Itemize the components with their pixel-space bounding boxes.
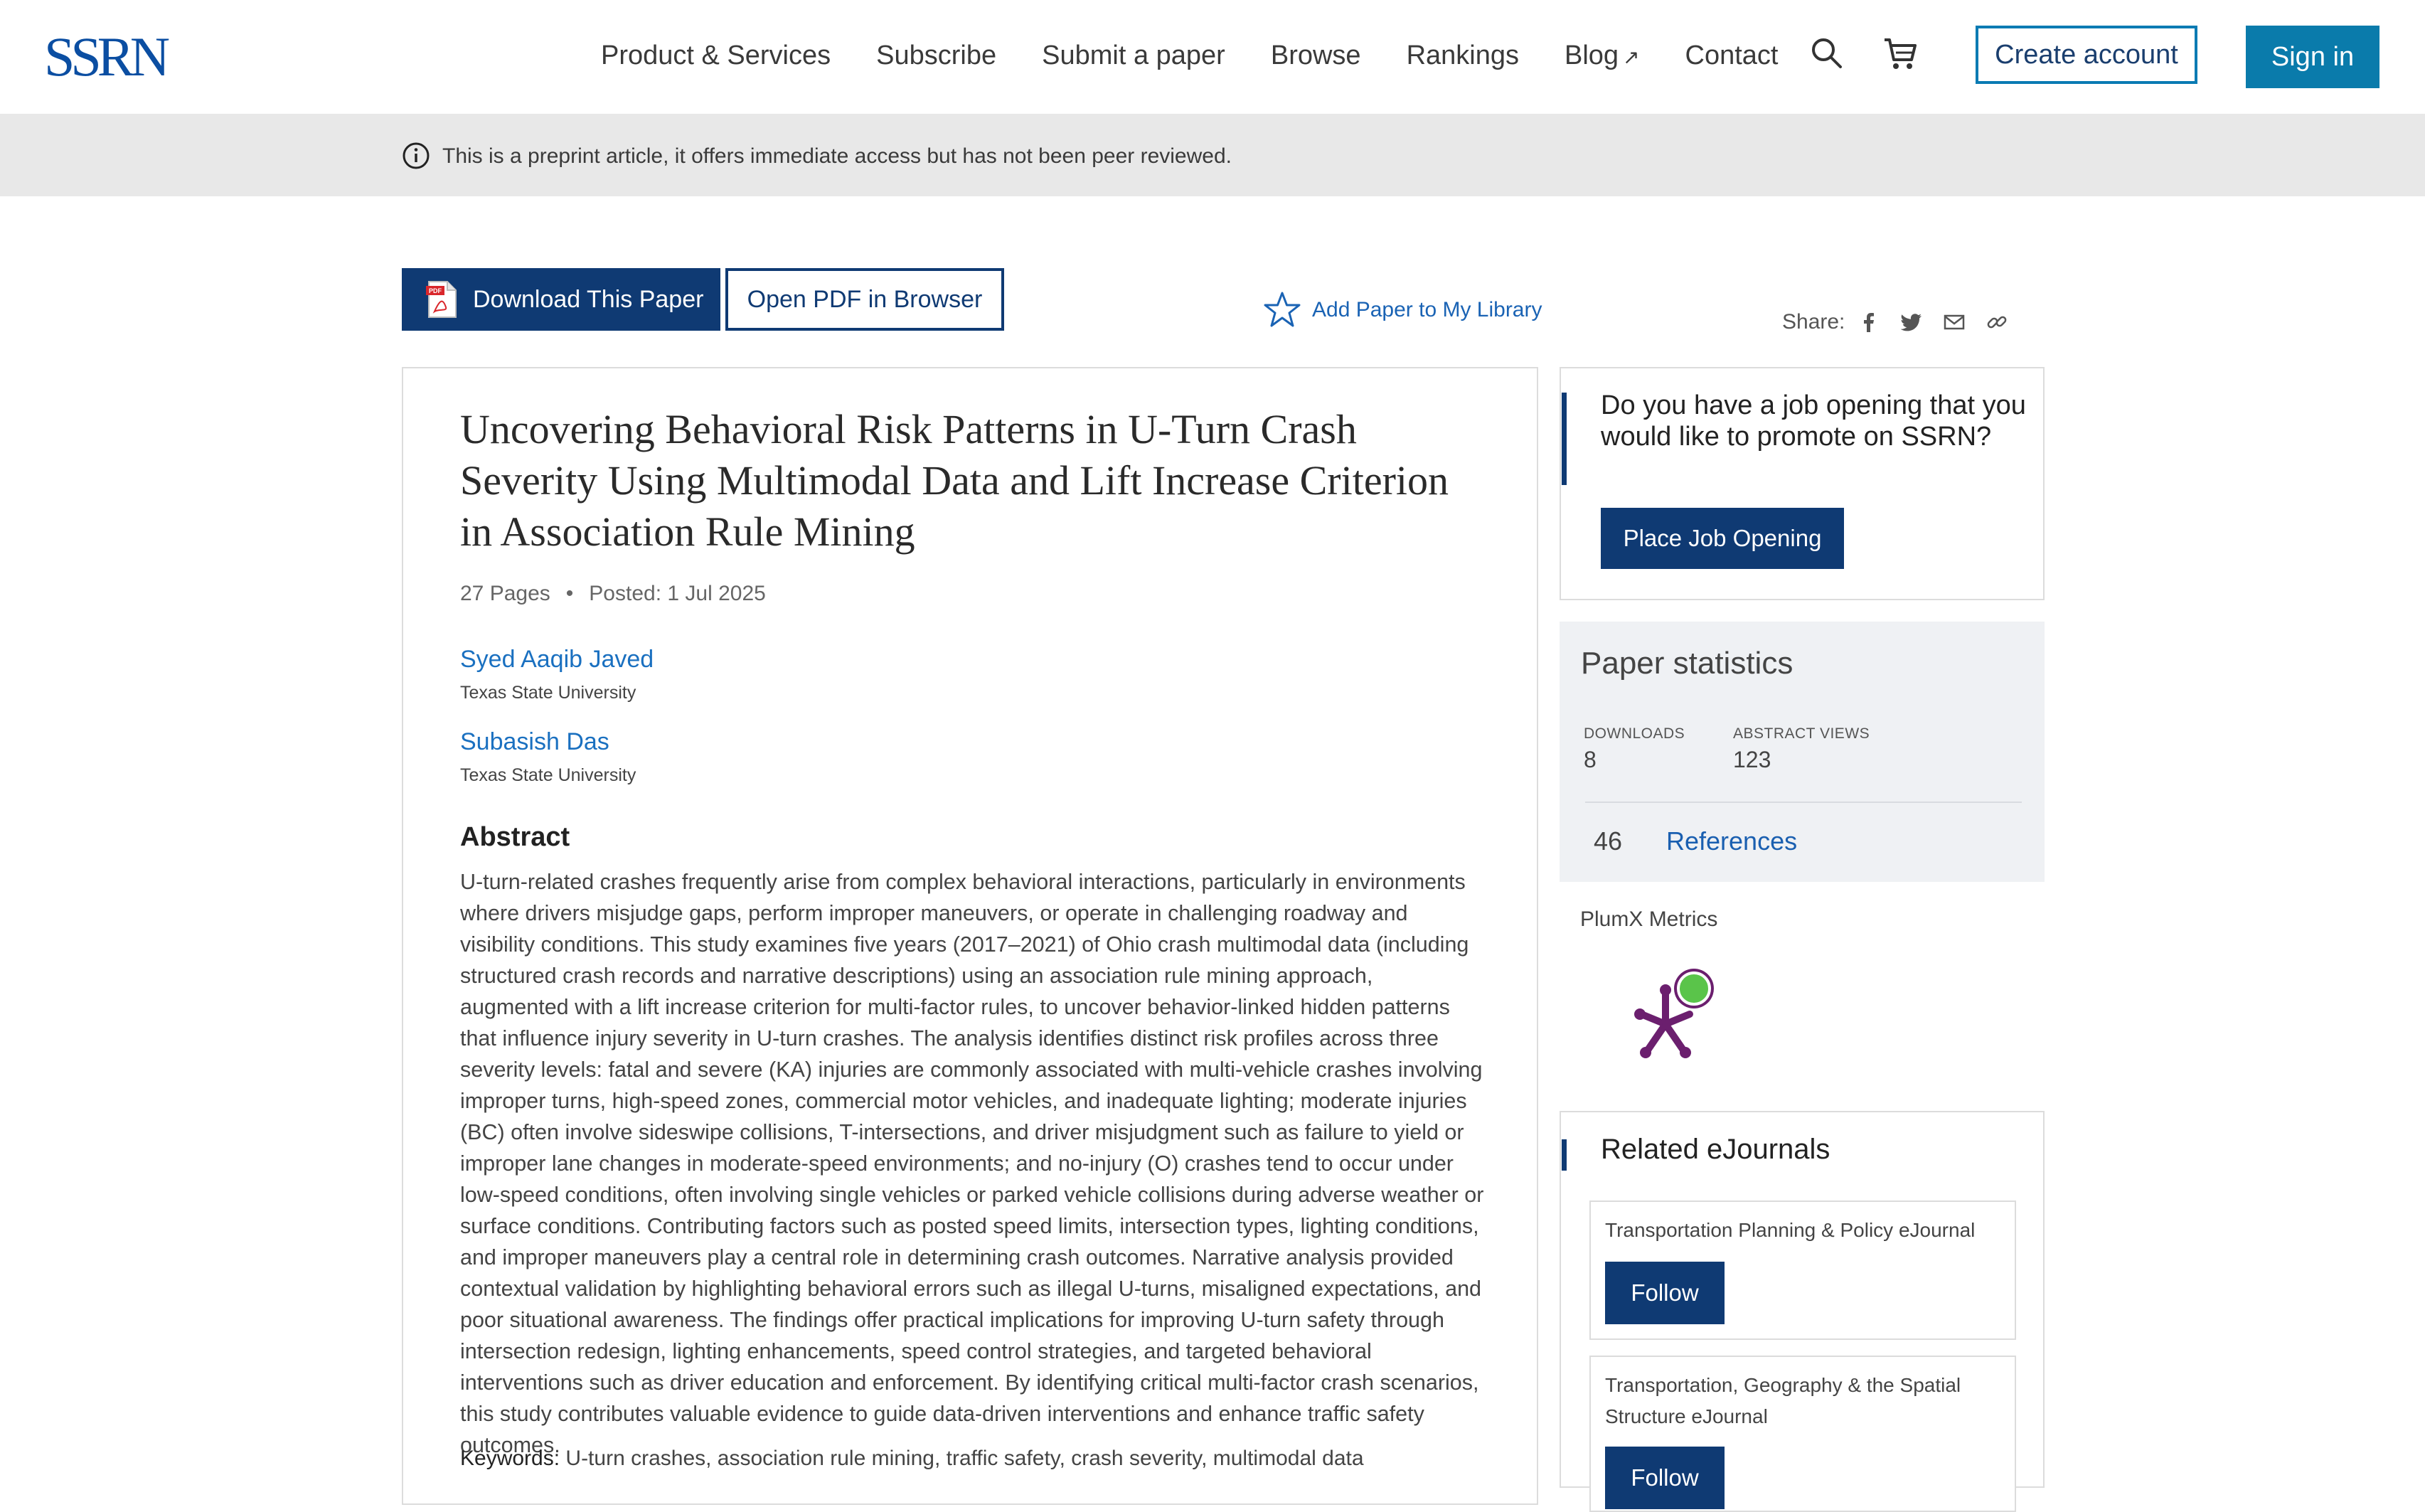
related-ejournals: Related eJournals Transportation Plannin… bbox=[1560, 1111, 2045, 1512]
ssrn-logo[interactable]: SSRN bbox=[44, 28, 170, 85]
abstract-views-label: ABSTRACT VIEWS bbox=[1733, 725, 1870, 742]
stats-divider bbox=[1585, 802, 2022, 803]
references-count: 46 bbox=[1594, 826, 1623, 856]
facebook-icon[interactable] bbox=[1858, 311, 1880, 334]
search-icon[interactable] bbox=[1808, 34, 1848, 74]
abstract-views-count: 123 bbox=[1733, 747, 1771, 772]
site-header: SSRN Product & Services Subscribe Submit… bbox=[0, 0, 2425, 115]
author-affiliation: Texas State University bbox=[460, 683, 636, 703]
share-label: Share: bbox=[1782, 310, 1845, 334]
journal-name: Transportation, Geography & the Spatial … bbox=[1605, 1374, 1961, 1427]
cart-icon[interactable] bbox=[1880, 34, 1920, 74]
external-link-icon: ↗ bbox=[1623, 46, 1640, 68]
download-paper-label: Download This Paper bbox=[473, 285, 704, 313]
accent-bar bbox=[1562, 1139, 1567, 1171]
keywords: Keywords: U-turn crashes, association ru… bbox=[460, 1447, 1484, 1471]
nav-blog-label: Blog bbox=[1564, 41, 1619, 70]
paper-statistics: Paper statistics DOWNLOADS 8 ABSTRACT VI… bbox=[1560, 622, 2045, 882]
accent-bar bbox=[1562, 393, 1567, 485]
preprint-banner: This is a preprint article, it offers im… bbox=[0, 114, 2425, 196]
create-account-button[interactable]: Create account bbox=[1976, 26, 2197, 84]
downloads-count: 8 bbox=[1584, 747, 1597, 772]
abstract-text: U-turn-related crashes frequently arise … bbox=[460, 870, 1484, 1457]
nav-rankings[interactable]: Rankings bbox=[1407, 36, 1519, 78]
journal-name: Transportation Planning & Policy eJourna… bbox=[1605, 1219, 1976, 1241]
twitter-icon[interactable] bbox=[1900, 311, 1923, 334]
paper-title: Uncovering Behavioral Risk Patterns in U… bbox=[460, 406, 1449, 555]
downloads-label: DOWNLOADS bbox=[1584, 725, 1685, 742]
job-promo-card: Do you have a job opening that you would… bbox=[1560, 367, 2045, 600]
follow-button[interactable]: Follow bbox=[1605, 1447, 1725, 1509]
link-icon[interactable] bbox=[1986, 311, 2008, 334]
author-affiliation: Texas State University bbox=[460, 765, 636, 785]
open-pdf-button[interactable]: Open PDF in Browser bbox=[725, 268, 1004, 331]
journal-item: Transportation, Geography & the Spatial … bbox=[1589, 1356, 2016, 1512]
nav-browse[interactable]: Browse bbox=[1271, 36, 1361, 78]
journal-item: Transportation Planning & Policy eJourna… bbox=[1589, 1200, 2016, 1340]
nav-product-services[interactable]: Product & Services bbox=[601, 36, 831, 78]
paper-card: Uncovering Behavioral Risk Patterns in U… bbox=[402, 367, 1538, 1505]
place-job-opening-button[interactable]: Place Job Opening bbox=[1601, 508, 1844, 569]
add-to-library[interactable]: Add Paper to My Library bbox=[1262, 290, 1542, 330]
paper-meta: 27 Pages • Posted: 1 Jul 2025 bbox=[460, 582, 766, 606]
nav-submit-paper[interactable]: Submit a paper bbox=[1042, 36, 1225, 78]
share-bar: Share: bbox=[1782, 310, 2028, 334]
preprint-notice: This is a preprint article, it offers im… bbox=[442, 144, 1232, 168]
download-paper-button[interactable]: PDF Download This Paper bbox=[402, 268, 720, 331]
references-link[interactable]: References bbox=[1666, 826, 1797, 856]
nav-blog[interactable]: Blog ↗ bbox=[1565, 36, 1640, 78]
sign-in-button[interactable]: Sign in bbox=[2246, 26, 2379, 88]
nav-subscribe[interactable]: Subscribe bbox=[876, 36, 996, 78]
pdf-icon: PDF bbox=[426, 281, 457, 318]
page-count: 27 Pages bbox=[460, 582, 550, 605]
main-nav: Product & Services Subscribe Submit a pa… bbox=[601, 36, 1823, 78]
plumx-label: PlumX Metrics bbox=[1580, 907, 1718, 931]
keywords-list: U-turn crashes, association rule mining,… bbox=[565, 1447, 1364, 1470]
plumx-icon[interactable] bbox=[1621, 960, 1721, 1067]
related-ejournals-heading: Related eJournals bbox=[1601, 1134, 1830, 1165]
star-icon bbox=[1264, 292, 1301, 327]
posted-date: Posted: 1 Jul 2025 bbox=[589, 582, 766, 605]
nav-contact[interactable]: Contact bbox=[1685, 36, 1779, 78]
job-promo-question: Do you have a job opening that you would… bbox=[1601, 390, 2026, 452]
meta-separator: • bbox=[565, 582, 574, 605]
email-icon[interactable] bbox=[1943, 311, 1966, 334]
author-link[interactable]: Syed Aaqib Javed bbox=[460, 646, 654, 674]
keywords-label: Keywords: bbox=[460, 1447, 560, 1470]
abstract-heading: Abstract bbox=[460, 822, 570, 852]
stats-heading: Paper statistics bbox=[1581, 646, 1794, 681]
author-link[interactable]: Subasish Das bbox=[460, 728, 609, 756]
info-icon bbox=[403, 142, 430, 169]
follow-button[interactable]: Follow bbox=[1605, 1262, 1725, 1324]
svg-text:PDF: PDF bbox=[429, 287, 442, 294]
add-to-library-label: Add Paper to My Library bbox=[1312, 298, 1542, 321]
